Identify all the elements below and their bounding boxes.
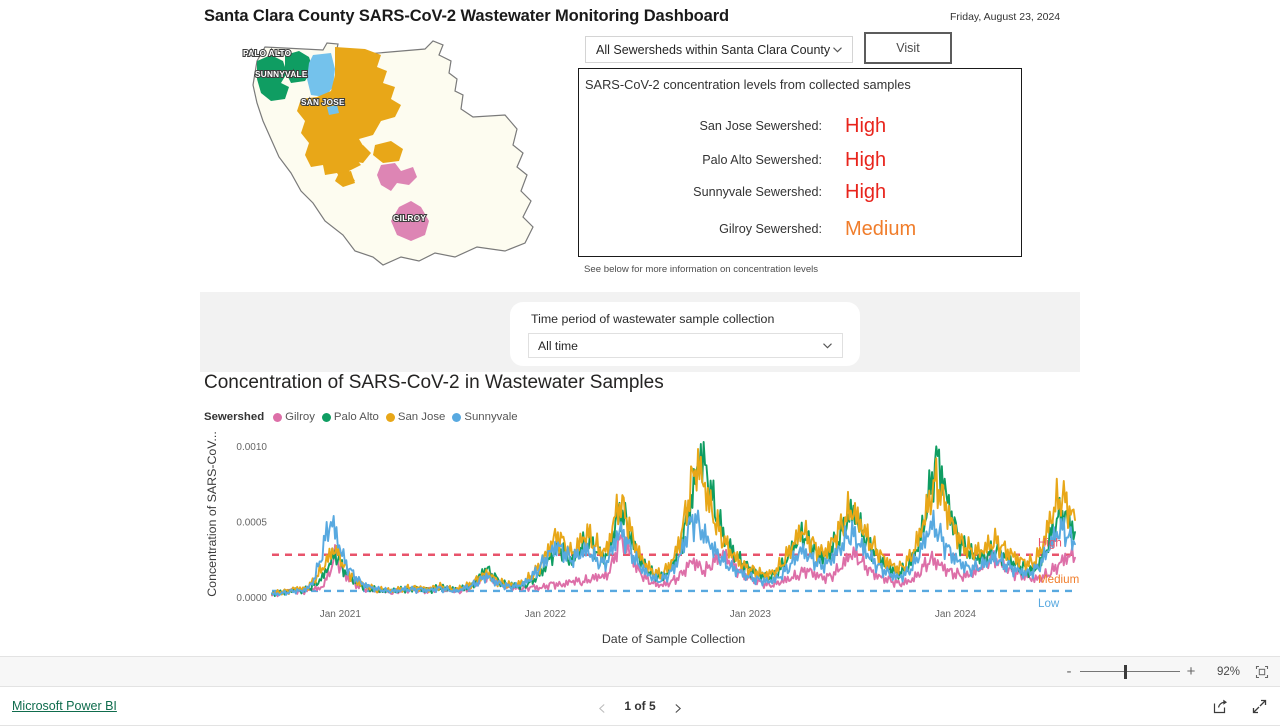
levels-panel-heading: SARS-CoV-2 concentration levels from col… <box>585 77 911 92</box>
report-date: Friday, August 23, 2024 <box>950 11 1061 23</box>
page-indicator: 1 of 5 <box>624 699 656 713</box>
sewershed-filter-dropdown[interactable]: All Sewersheds within Santa Clara County <box>585 36 853 63</box>
zoom-slider-handle[interactable] <box>1124 664 1127 679</box>
legend-label: Sunnyvale <box>464 411 518 423</box>
level-label: San Jose Sewershed: <box>699 119 822 133</box>
legend-item[interactable]: Palo Alto <box>321 411 379 423</box>
levels-panel-note: See below for more information on concen… <box>584 264 819 275</box>
level-status-badge: High <box>845 114 887 137</box>
legend-item[interactable]: Gilroy <box>273 411 315 423</box>
level-status-badge: Medium <box>845 217 917 240</box>
chevron-down-icon <box>821 339 834 352</box>
x-axis-tick: Jan 2021 <box>320 609 362 620</box>
time-period-band: Time period of wastewater sample collect… <box>200 292 1080 372</box>
chart-plot-area: 0.0010 0.0005 0.0000 Concentration of SARS-… <box>200 425 1090 646</box>
level-row: Sunnyvale Sewershed: High <box>579 179 1021 205</box>
legend-color-dot <box>385 412 395 422</box>
footer-actions <box>1212 698 1268 715</box>
zoom-out-icon[interactable]: - <box>1062 664 1076 679</box>
time-period-dropdown[interactable]: All time <box>528 333 843 358</box>
level-status-badge: High <box>845 148 887 171</box>
threshold-label-medium: Medium <box>1038 573 1079 586</box>
legend-item[interactable]: San Jose <box>385 411 446 423</box>
page-navigation: 1 of 5 <box>0 699 1280 713</box>
legend-label: Gilroy <box>285 411 315 423</box>
threshold-label-low: Low <box>1038 597 1060 610</box>
level-row: Palo Alto Sewershed: High <box>579 147 1021 173</box>
chevron-right-icon[interactable] <box>672 701 683 713</box>
zoom-slider-track <box>1080 670 1180 672</box>
page-title: Santa Clara County SARS-CoV-2 Wastewater… <box>204 7 730 25</box>
sewershed-filter-value: All Sewersheds within Santa Clara County <box>596 42 831 57</box>
time-period-value: All time <box>538 338 578 353</box>
legend-color-dot <box>321 412 331 422</box>
legend-color-dot <box>452 412 462 422</box>
map-label-sunnyvale: SUNNYVALE <box>255 70 308 79</box>
x-axis-tick: Jan 2022 <box>525 609 567 620</box>
legend-label: Palo Alto <box>333 411 379 423</box>
visit-button[interactable]: Visit <box>864 32 952 64</box>
x-axis-tick: Jan 2023 <box>730 609 772 620</box>
legend-title: Sewershed <box>204 411 265 423</box>
zoom-in-icon[interactable]: + <box>1184 664 1198 679</box>
share-icon[interactable] <box>1212 698 1229 715</box>
y-axis-tick: 0.0005 <box>236 518 267 529</box>
map-label-san-jose: SAN JOSE <box>301 98 345 107</box>
level-row: San Jose Sewershed: High <box>579 113 1021 139</box>
x-axis-tick: Jan 2024 <box>935 609 977 620</box>
legend-item[interactable]: Sunnyvale <box>452 411 518 423</box>
time-period-card: Time period of wastewater sample collect… <box>510 302 860 366</box>
map-label-gilroy: GILROY <box>393 214 426 223</box>
sewershed-map[interactable]: PALO ALTO SUNNYVALE SAN JOSE GILROY <box>205 25 550 280</box>
y-axis-tick: 0.0000 <box>236 593 267 604</box>
concentration-line-chart[interactable]: Concentration of SARS-CoV-2 in Wastewate… <box>200 370 1090 656</box>
zoom-bar: - + 92% <box>0 656 1280 687</box>
chevron-left-icon[interactable] <box>597 701 608 713</box>
concentration-levels-panel: SARS-CoV-2 concentration levels from col… <box>578 68 1022 257</box>
chart-legend: Sewershed Gilroy Palo Alto San Jose Sunn… <box>204 411 518 423</box>
fit-to-screen-icon[interactable] <box>1254 664 1270 680</box>
y-axis-title: Concentration of SARS-CoV... <box>205 431 219 597</box>
y-axis-tick: 0.0010 <box>236 442 267 453</box>
map-label-palo-alto: PALO ALTO <box>243 49 292 58</box>
footer-bar: Microsoft Power BI 1 of 5 <box>0 687 1280 726</box>
fullscreen-expand-icon[interactable] <box>1251 698 1268 715</box>
chevron-down-icon <box>831 43 844 56</box>
level-label: Gilroy Sewershed: <box>719 222 822 236</box>
x-axis-title: Date of Sample Collection <box>602 632 745 646</box>
time-period-label: Time period of wastewater sample collect… <box>531 312 775 326</box>
report-canvas: Santa Clara County SARS-CoV-2 Wastewater… <box>0 0 1280 726</box>
threshold-label-high: High <box>1038 537 1062 550</box>
zoom-percent-label: 92% <box>1216 665 1240 678</box>
legend-color-dot <box>273 412 283 422</box>
chart-title: Concentration of SARS-CoV-2 in Wastewate… <box>204 372 664 393</box>
legend-label: San Jose <box>397 411 446 423</box>
level-row: Gilroy Sewershed: Medium <box>579 216 1021 242</box>
level-label: Palo Alto Sewershed: <box>702 153 822 167</box>
zoom-slider[interactable] <box>1080 664 1180 679</box>
level-status-badge: High <box>845 180 887 203</box>
level-label: Sunnyvale Sewershed: <box>693 185 822 199</box>
